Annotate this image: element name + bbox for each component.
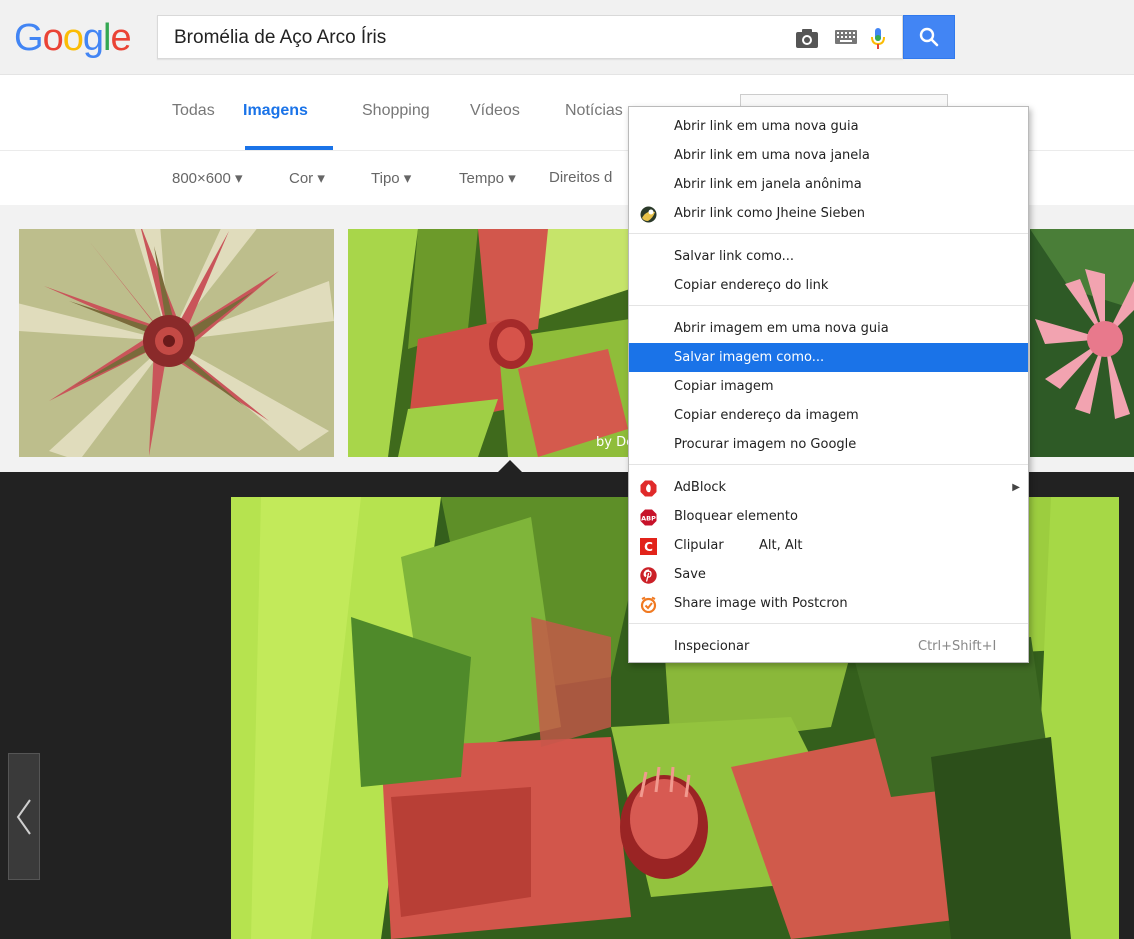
- abp-icon: ABP: [640, 508, 657, 526]
- logo-letter: e: [110, 17, 131, 59]
- menu-separator: [629, 623, 1028, 624]
- inspect-shortcut: Ctrl+Shift+I: [918, 639, 997, 654]
- menu-item-label: Copiar endereço da imagem: [674, 408, 859, 423]
- search-query-text: Bromélia de Aço Arco Íris: [174, 27, 387, 48]
- menu-item-label: Share image with Postcron: [674, 596, 848, 611]
- thumbnail-image[interactable]: by De: [348, 229, 630, 457]
- filter-type[interactable]: Tipo ▾: [371, 169, 411, 187]
- clipular-badge-text: C: [644, 540, 653, 554]
- tab-noticias[interactable]: Notícias: [565, 102, 623, 120]
- filter-size[interactable]: 800×600 ▾: [172, 169, 243, 187]
- menu-item-share-postcron[interactable]: Share image with Postcron: [629, 589, 1028, 618]
- watermark-text: by De: [596, 435, 630, 450]
- microphone-icon[interactable]: [870, 27, 886, 56]
- menu-item-adblock[interactable]: AdBlock ▶: [629, 473, 1028, 502]
- menu-item-open-link-new-tab[interactable]: Abrir link em uma nova guia: [629, 112, 1028, 141]
- menu-item-copy-image-address[interactable]: Copiar endereço da imagem: [629, 401, 1028, 430]
- menu-separator: [629, 233, 1028, 234]
- menu-item-label: Bloquear elemento: [674, 509, 798, 524]
- menu-item-save-link-as[interactable]: Salvar link como...: [629, 242, 1028, 271]
- adblock-icon: [640, 479, 657, 497]
- menu-separator: [629, 305, 1028, 306]
- menu-item-copy-link-address[interactable]: Copiar endereço do link: [629, 271, 1028, 300]
- search-icon: [919, 27, 939, 47]
- logo-letter: G: [14, 17, 44, 59]
- submenu-arrow-icon: ▶: [1012, 482, 1020, 493]
- menu-item-search-image-google[interactable]: Procurar imagem no Google: [629, 430, 1028, 459]
- menu-item-label: Procurar imagem no Google: [674, 437, 857, 452]
- top-bar: Google Bromélia de Aço Arco Íris: [0, 0, 1134, 75]
- menu-item-open-link-incognito[interactable]: Abrir link em janela anônima: [629, 170, 1028, 199]
- thumbnail-image[interactable]: [19, 229, 334, 457]
- context-menu: Abrir link em uma nova guia Abrir link e…: [628, 106, 1029, 663]
- logo-letter: g: [82, 17, 104, 59]
- thumbnail-image[interactable]: [1030, 229, 1134, 457]
- menu-item-label: Clipular: [674, 538, 724, 553]
- tab-shopping[interactable]: Shopping: [362, 102, 430, 120]
- camera-icon[interactable]: [795, 27, 819, 54]
- filter-color[interactable]: Cor ▾: [289, 169, 325, 187]
- menu-item-label: Salvar imagem como...: [674, 350, 825, 365]
- abp-badge-text: ABP: [641, 514, 656, 522]
- active-tab-indicator: [245, 146, 333, 150]
- menu-item-label: Abrir imagem em uma nova guia: [674, 321, 889, 336]
- menu-item-label: Copiar endereço do link: [674, 278, 829, 293]
- menu-item-label: Save: [674, 567, 706, 582]
- google-logo[interactable]: Google: [14, 16, 132, 60]
- tab-imagens[interactable]: Imagens: [243, 102, 308, 120]
- menu-item-label: Inspecionar: [674, 639, 750, 654]
- tab-todas[interactable]: Todas: [172, 102, 215, 120]
- menu-separator: [629, 464, 1028, 465]
- postcron-icon: [640, 595, 657, 614]
- logo-letter: o: [42, 17, 64, 59]
- menu-item-inspect[interactable]: Inspecionar Ctrl+Shift+I: [629, 632, 1028, 661]
- clipular-icon: C: [640, 537, 657, 555]
- menu-item-label: Abrir link em janela anônima: [674, 177, 862, 192]
- chevron-left-icon: [16, 798, 31, 835]
- menu-item-label: Abrir link em uma nova guia: [674, 119, 859, 134]
- logo-letter: o: [62, 17, 84, 59]
- menu-item-copy-image[interactable]: Copiar imagem: [629, 372, 1028, 401]
- pinterest-icon: [640, 566, 657, 584]
- menu-item-block-element[interactable]: ABP Bloquear elemento: [629, 502, 1028, 531]
- menu-item-open-image-new-tab[interactable]: Abrir imagem em uma nova guia: [629, 314, 1028, 343]
- menu-item-pinterest-save[interactable]: Save: [629, 560, 1028, 589]
- previous-image-button[interactable]: [8, 753, 40, 880]
- menu-item-label: Salvar link como...: [674, 249, 794, 264]
- menu-item-open-link-new-window[interactable]: Abrir link em uma nova janela: [629, 141, 1028, 170]
- menu-item-save-image-as[interactable]: Salvar imagem como...: [629, 343, 1028, 372]
- menu-item-label: AdBlock: [674, 480, 727, 495]
- menu-item-label: Copiar imagem: [674, 379, 774, 394]
- menu-item-clipular[interactable]: C Clipular Alt, Alt: [629, 531, 1028, 560]
- viewer-pointer: [498, 460, 522, 472]
- clipular-shortcut: Alt, Alt: [759, 538, 803, 553]
- keyboard-icon[interactable]: [835, 30, 857, 49]
- menu-item-open-link-as-profile[interactable]: Abrir link como Jheine Sieben: [629, 199, 1028, 228]
- menu-item-label: Abrir link como Jheine Sieben: [674, 206, 865, 221]
- logo-letter: l: [102, 17, 112, 59]
- tab-videos[interactable]: Vídeos: [470, 102, 520, 120]
- search-input[interactable]: Bromélia de Aço Arco Íris: [157, 15, 903, 59]
- menu-item-label: Abrir link em uma nova janela: [674, 148, 870, 163]
- filter-time[interactable]: Tempo ▾: [459, 169, 516, 187]
- profile-avatar-icon: [640, 205, 657, 223]
- search-button[interactable]: [903, 15, 955, 59]
- filter-rights[interactable]: Direitos d: [549, 169, 612, 186]
